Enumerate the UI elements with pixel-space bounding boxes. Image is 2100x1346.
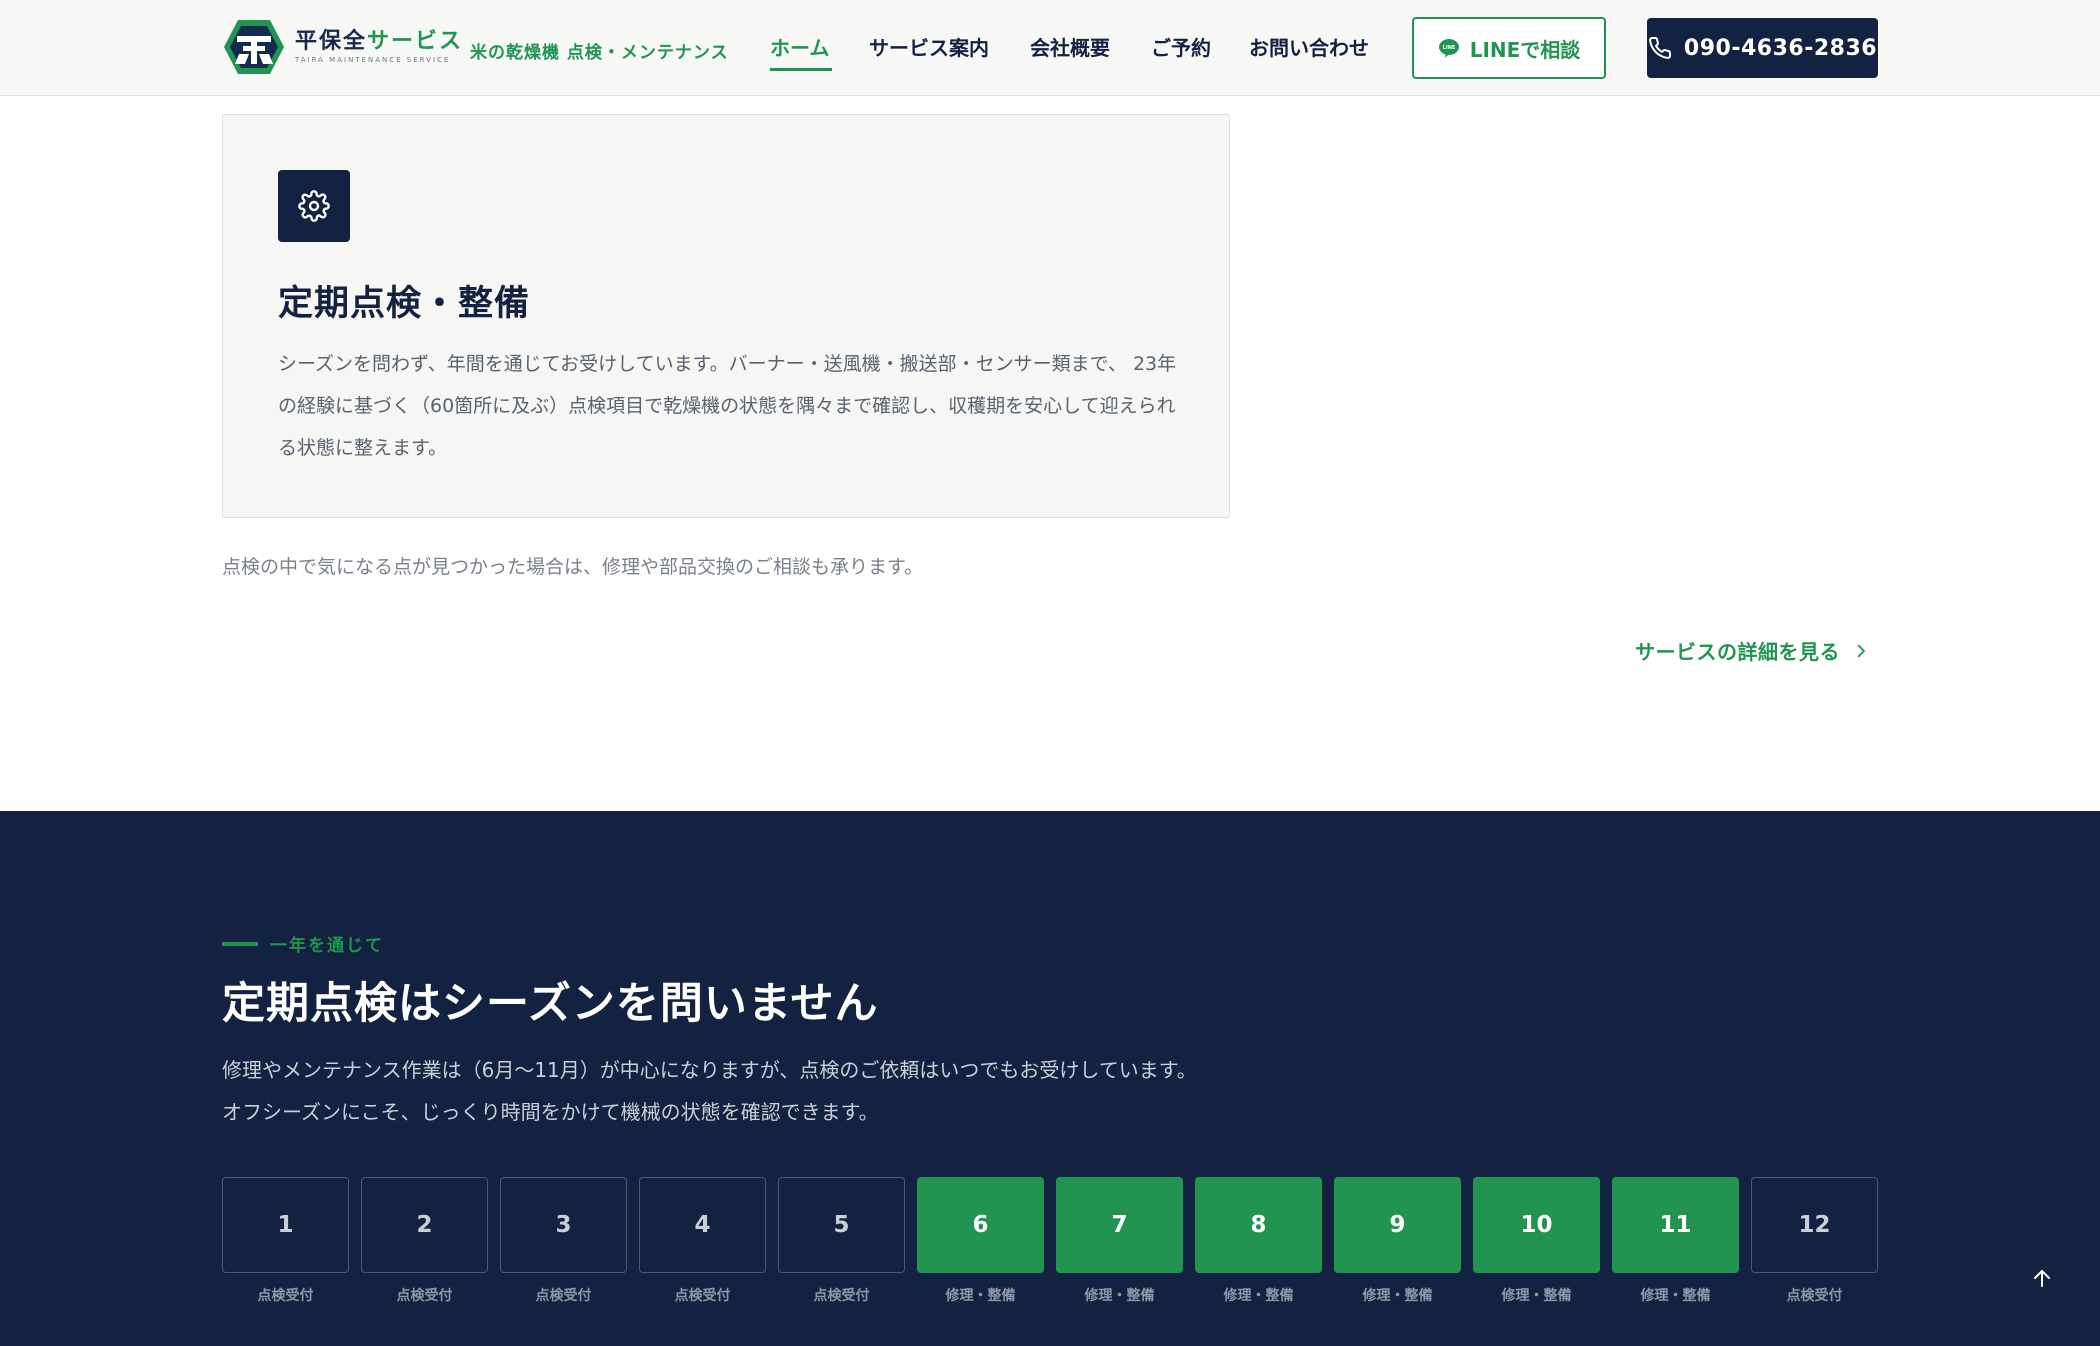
month-number: 7 (1056, 1177, 1183, 1273)
chevron-right-icon (1857, 644, 1865, 657)
month-item: 4 点検受付 (639, 1177, 766, 1305)
month-number: 3 (500, 1177, 627, 1273)
month-number: 10 (1473, 1177, 1600, 1273)
month-label: 点検受付 (1786, 1288, 1843, 1304)
line-chat-icon: LINE (1438, 39, 1459, 58)
month-label: 修理・整備 (1223, 1288, 1294, 1304)
logo-name-part1: 平保全 (295, 29, 368, 54)
card-title: 定期点検・整備 (278, 284, 531, 324)
logo-subtitle: TAIRA MAINTENANCE SERVICE (295, 56, 451, 64)
month-label: 修理・整備 (1362, 1288, 1433, 1304)
line-button-label: LINEで相談 (1469, 37, 1581, 62)
site-header: 平保全サービス TAIRA MAINTENANCE SERVICE 米の乾燥機 … (0, 0, 2100, 96)
month-number: 4 (639, 1177, 766, 1273)
month-label: 修理・整備 (1501, 1288, 1572, 1304)
month-label: 修理・整備 (1084, 1288, 1155, 1304)
gear-icon (298, 190, 330, 222)
month-item: 6 修理・整備 (917, 1177, 1044, 1305)
month-number: 6 (917, 1177, 1044, 1273)
month-label: 点検受付 (813, 1288, 870, 1304)
nav-active-underline (770, 68, 832, 71)
month-item: 12 点検受付 (1751, 1177, 1878, 1305)
month-calendar: 1 点検受付 2 点検受付 3 点検受付 4 点検受付 5 点検受付 6 修理・整備 7 修理… (222, 1177, 1878, 1307)
logo-mark-icon (224, 20, 284, 74)
month-item: 2 点検受付 (361, 1177, 488, 1305)
month-number: 1 (222, 1177, 349, 1273)
month-number: 9 (1334, 1177, 1461, 1273)
month-number: 5 (778, 1177, 905, 1273)
nav-home[interactable]: ホーム (770, 34, 829, 62)
season-section: 一年を通じて 定期点検はシーズンを問いません 修理やメンテナンス作業は（6月〜1… (0, 811, 2100, 1346)
section-kicker: 一年を通じて (222, 931, 384, 956)
arrow-up-icon (2034, 1270, 2050, 1287)
season-title: 定期点検はシーズンを問いません (222, 979, 879, 1029)
month-number: 2 (361, 1177, 488, 1273)
kicker-bar (222, 941, 258, 946)
nav-company[interactable]: 会社概要 (1030, 34, 1110, 62)
month-label: 修理・整備 (1640, 1288, 1711, 1304)
month-item: 7 修理・整備 (1056, 1177, 1183, 1305)
card-description: シーズンを問わず、年間を通じてお受けしています。バーナー・送風機・搬送部・センサ… (278, 353, 1177, 459)
month-item: 1 点検受付 (222, 1177, 349, 1305)
month-number: 11 (1612, 1177, 1739, 1273)
month-item: 11 修理・整備 (1612, 1177, 1739, 1305)
nav-services[interactable]: サービス案内 (869, 34, 989, 62)
detail-link-label: サービスの詳細を見る (1635, 640, 1840, 664)
month-label: 点検受付 (535, 1288, 592, 1304)
month-label: 点検受付 (257, 1288, 314, 1304)
month-item: 3 点検受付 (500, 1177, 627, 1305)
phone-number: 090-4636-2836 (1683, 35, 1878, 61)
month-item: 5 点検受付 (778, 1177, 905, 1305)
logo-link[interactable]: 平保全サービス TAIRA MAINTENANCE SERVICE (223, 18, 463, 76)
month-label: 修理・整備 (945, 1288, 1016, 1304)
nav-contact[interactable]: お問い合わせ (1249, 34, 1369, 62)
month-item: 8 修理・整備 (1195, 1177, 1322, 1305)
repair-note: 点検の中で気になる点が見つかった場合は、修理や部品交換のご相談も承ります。 (222, 556, 924, 578)
scroll-to-top-button[interactable] (2012, 1248, 2072, 1308)
site-tagline: 米の乾燥機 点検・メンテナンス (470, 43, 729, 63)
month-number: 8 (1195, 1177, 1322, 1273)
month-label: 点検受付 (674, 1288, 731, 1304)
nav-reservation[interactable]: ご予約 (1151, 34, 1211, 62)
card-icon-box (278, 170, 350, 242)
logo-name: 平保全サービス (295, 29, 463, 55)
service-card: 定期点検・整備 シーズンを問わず、年間を通じてお受けしています。バーナー・送風機… (222, 114, 1230, 518)
kicker-label: 一年を通じて (270, 936, 384, 956)
month-label: 点検受付 (396, 1288, 453, 1304)
month-number: 12 (1751, 1177, 1878, 1273)
month-item: 10 修理・整備 (1473, 1177, 1600, 1305)
phone-button[interactable]: 090-4636-2836 (1647, 18, 1878, 78)
line-consult-button[interactable]: LINE LINEで相談 (1412, 17, 1606, 79)
season-description: 修理やメンテナンス作業は（6月〜11月）が中心になりますが、点検のご依頼はいつで… (222, 1058, 1197, 1124)
phone-icon (1649, 36, 1671, 59)
month-item: 9 修理・整備 (1334, 1177, 1461, 1305)
svg-text:LINE: LINE (1442, 45, 1455, 51)
logo-name-part2: サービス (367, 29, 464, 54)
service-detail-link[interactable]: サービスの詳細を見る (1635, 636, 1870, 665)
